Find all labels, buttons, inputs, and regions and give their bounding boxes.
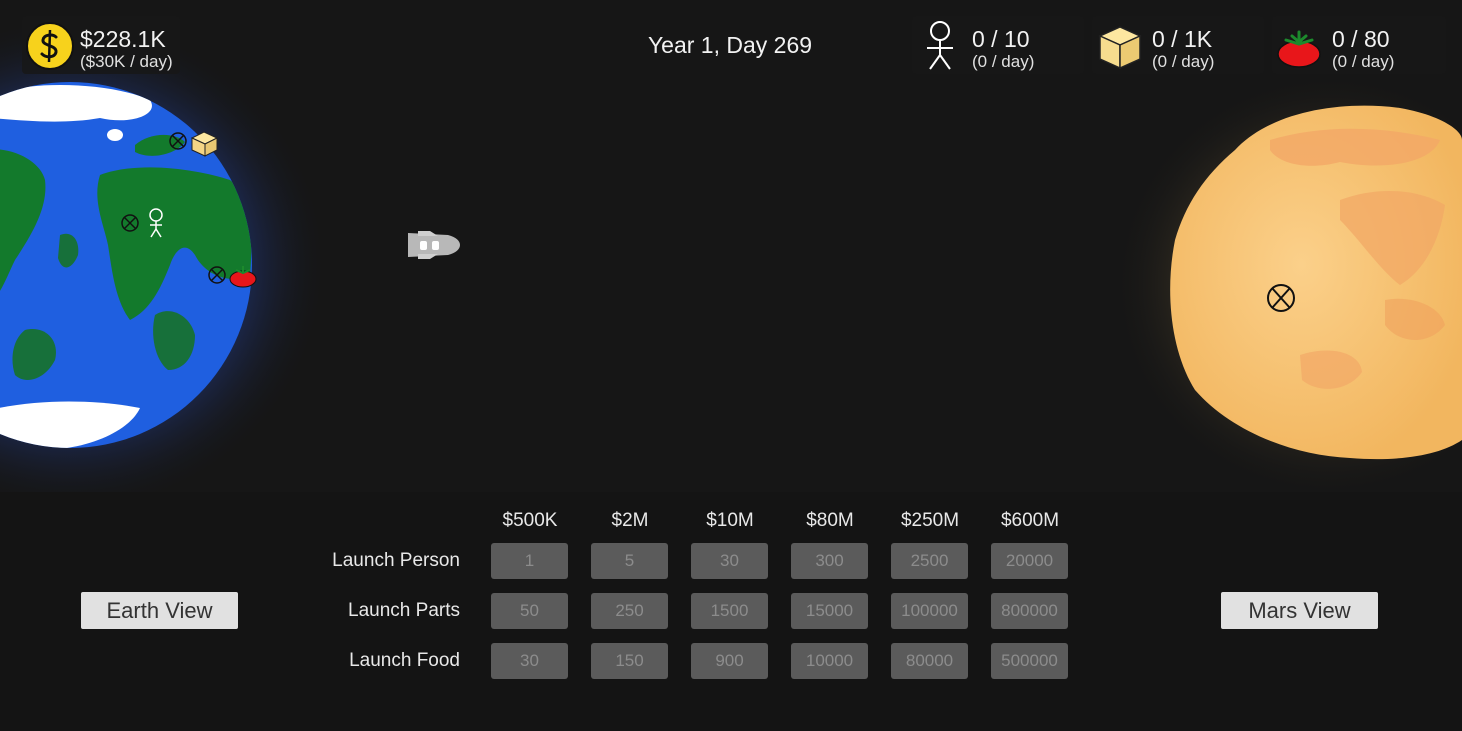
launch-parts-button[interactable]: 800000 <box>991 593 1068 629</box>
earth-view-button[interactable]: Earth View <box>81 592 238 629</box>
stick-person-icon <box>927 21 953 70</box>
cost-header: $600M <box>1000 510 1060 531</box>
cost-header: $10M <box>706 510 754 531</box>
money-value: $228.1K <box>80 26 166 52</box>
launch-parts-button[interactable]: 100000 <box>891 593 968 629</box>
launch-person-button[interactable]: 300 <box>791 543 868 579</box>
food-value: 0 / 80 <box>1332 26 1390 52</box>
launch-food-label: Launch Food <box>349 650 460 671</box>
launch-food-button[interactable]: 150 <box>591 643 668 679</box>
launch-person-button[interactable]: 5 <box>591 543 668 579</box>
food-rate: (0 / day) <box>1332 52 1395 71</box>
game-date: Year 1, Day 269 <box>647 32 813 58</box>
launch-person-button[interactable]: 1 <box>491 543 568 579</box>
launch-parts-button[interactable]: 50 <box>491 593 568 629</box>
cost-header: $500K <box>502 510 558 531</box>
launch-parts-button[interactable]: 15000 <box>791 593 868 629</box>
cost-header: $2M <box>611 510 649 531</box>
people-rate: (0 / day) <box>972 52 1035 71</box>
people-value: 0 / 10 <box>972 26 1030 52</box>
launch-food-button[interactable]: 900 <box>691 643 768 679</box>
launch-person-button[interactable]: 20000 <box>991 543 1068 579</box>
launch-person-label: Launch Person <box>332 550 460 571</box>
launch-person-button[interactable]: 2500 <box>891 543 968 579</box>
mars-view-button[interactable]: Mars View <box>1221 592 1378 629</box>
parts-value: 0 / 1K <box>1152 26 1213 52</box>
launch-food-button[interactable]: 10000 <box>791 643 868 679</box>
dollar-coin-icon <box>26 22 74 70</box>
launch-food-button[interactable]: 80000 <box>891 643 968 679</box>
launch-person-button[interactable]: 30 <box>691 543 768 579</box>
launch-parts-button[interactable]: 1500 <box>691 593 768 629</box>
cost-header: $80M <box>806 510 854 531</box>
launch-parts-button[interactable]: 250 <box>591 593 668 629</box>
parts-rate: (0 / day) <box>1152 52 1215 71</box>
tomato-icon <box>1277 30 1321 68</box>
launch-food-button[interactable]: 30 <box>491 643 568 679</box>
cost-header: $250M <box>900 510 960 531</box>
money-rate: ($30K / day) <box>80 52 173 71</box>
launch-parts-label: Launch Parts <box>348 600 460 621</box>
launch-food-button[interactable]: 500000 <box>991 643 1068 679</box>
crate-icon <box>1098 26 1142 70</box>
